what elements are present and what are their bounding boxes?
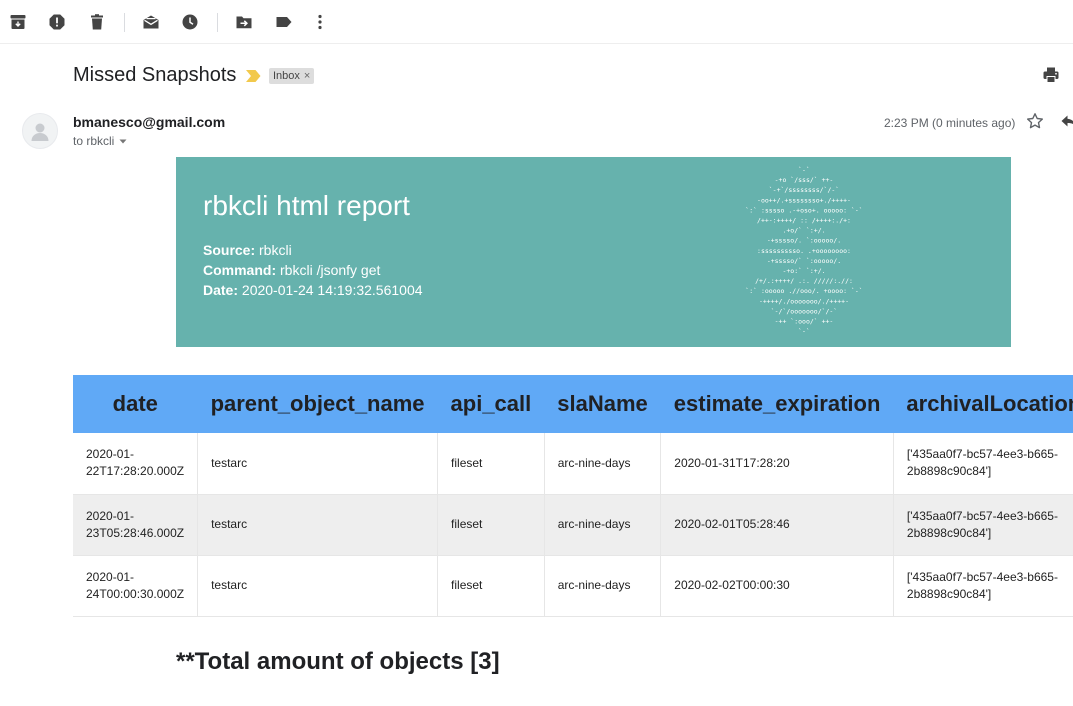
cell-sla-name: arc-nine-days xyxy=(544,555,662,617)
snooze-button[interactable] xyxy=(180,12,200,32)
command-value: rbkcli /jsonfy get xyxy=(280,262,381,278)
sender-avatar xyxy=(22,113,58,149)
source-value: rbkcli xyxy=(259,242,292,258)
report-header-banner: rbkcli html report Source: rbkcli Comman… xyxy=(176,157,1011,347)
inbox-label-text: Inbox xyxy=(273,70,300,82)
date-line: Date: 2020-01-24 14:19:32.561004 xyxy=(203,282,423,298)
ascii-art-line: /++-:++++/ :: /++++:./+: xyxy=(757,217,851,225)
toolbar-divider xyxy=(217,13,218,32)
email-subject: Missed Snapshots xyxy=(73,64,237,86)
cell-parent-object-name: testarc xyxy=(197,494,439,556)
ascii-art-line: .+o/` `:+/. xyxy=(782,227,825,235)
recipient-details-toggle[interactable]: to rbkcli xyxy=(73,134,128,148)
print-icon xyxy=(1043,67,1059,83)
rubrik-ascii-logo: `-` -+o `/sss/` ++- `-+`/ssssssss/`/-` -oo+… xyxy=(745,166,862,336)
more-icon xyxy=(318,14,322,30)
label-icon xyxy=(276,17,292,27)
column-header-sla-name: slaName xyxy=(544,375,661,433)
star-button[interactable] xyxy=(1026,112,1046,132)
cell-parent-object-name: testarc xyxy=(197,433,439,495)
table-row: 2020-01-24T00:00:30.000Z testarc fileset… xyxy=(73,555,1073,617)
reply-button[interactable] xyxy=(1060,112,1073,132)
chevron-down-icon xyxy=(119,139,127,144)
date-label: Date: xyxy=(203,282,239,298)
inbox-label-chip[interactable]: Inbox × xyxy=(269,68,315,84)
cell-parent-object-name: testarc xyxy=(197,555,439,617)
move-to-icon xyxy=(236,16,252,29)
source-label: Source: xyxy=(203,242,256,258)
importance-marker-icon[interactable] xyxy=(246,70,261,82)
report-spam-icon xyxy=(49,14,65,30)
toolbar-divider xyxy=(124,13,125,32)
snooze-icon xyxy=(182,14,198,30)
ascii-art-line: -+o `/sss/` ++- xyxy=(775,176,834,184)
table-row: 2020-01-23T05:28:46.000Z testarc fileset… xyxy=(73,494,1073,556)
source-line: Source: rbkcli xyxy=(203,242,292,258)
ascii-art-line: -+sssso/. `:ooooo/. xyxy=(767,237,841,245)
label-button[interactable] xyxy=(274,12,294,32)
remove-label-button[interactable]: × xyxy=(304,70,310,82)
ascii-art-line: `:` :ooooo .//ooo/. +oooo: `-` xyxy=(745,287,862,295)
column-header-parent-object-name: parent_object_name xyxy=(197,375,438,433)
cell-date: 2020-01-24T00:00:30.000Z xyxy=(73,555,199,617)
ascii-art-line: `-` xyxy=(798,166,810,174)
cell-date: 2020-01-23T05:28:46.000Z xyxy=(73,494,199,556)
ascii-art-line: `-/`/ooooooo/`/-` xyxy=(771,307,838,315)
report-title: rbkcli html report xyxy=(203,190,410,221)
column-header-api-call: api_call xyxy=(437,375,545,433)
delete-icon xyxy=(91,14,103,30)
cell-api-call: fileset xyxy=(437,555,545,617)
ascii-art-line: -+sssso/` `:ooooo/. xyxy=(767,257,841,265)
cell-archival-location: ['435aa0f7-bc57-4ee3-b665-2b8898c90c84'] xyxy=(893,494,1073,556)
ascii-art-line: `-+`/ssssssss/`/-` xyxy=(769,186,839,194)
mark-unread-icon xyxy=(143,15,159,29)
ascii-art-line: `:` :sssso .-+oso+. ooooo: `-` xyxy=(745,206,862,214)
ascii-art-line: -oo++/.+ssssssso+./++++- xyxy=(757,196,851,204)
command-label: Command: xyxy=(203,262,277,278)
cell-archival-location: ['435aa0f7-bc57-4ee3-b665-2b8898c90c84'] xyxy=(893,555,1073,617)
report-spam-button[interactable] xyxy=(47,12,67,32)
table-row: 2020-01-22T17:28:20.000Z testarc fileset… xyxy=(73,433,1073,495)
archive-button[interactable] xyxy=(8,12,28,32)
cell-api-call: fileset xyxy=(437,494,545,556)
ascii-art-line: /+/.:++++/ .:. /////:.//: xyxy=(755,277,853,285)
ascii-art-line: -++++/./ooooooo/./++++- xyxy=(759,297,849,305)
column-header-archival-location: archivalLocation xyxy=(893,375,1073,433)
column-header-estimate-expiration: estimate_expiration xyxy=(660,375,894,433)
mark-unread-button[interactable] xyxy=(141,12,161,32)
reply-icon xyxy=(1061,115,1073,127)
star-icon xyxy=(1027,113,1043,129)
more-button[interactable] xyxy=(310,12,330,32)
cell-estimate-expiration: 2020-02-01T05:28:46 xyxy=(660,494,894,556)
ascii-art-line: -+o:` `:+/. xyxy=(782,267,825,275)
print-button[interactable] xyxy=(1042,66,1062,86)
ascii-art-line: :ssssssssso. .+oooooooo: xyxy=(757,247,851,255)
cell-estimate-expiration: 2020-02-02T00:00:30 xyxy=(660,555,894,617)
cell-sla-name: arc-nine-days xyxy=(544,433,662,495)
cell-estimate-expiration: 2020-01-31T17:28:20 xyxy=(660,433,894,495)
date-value: 2020-01-24 14:19:32.561004 xyxy=(241,282,423,298)
sender-email: bmanesco@gmail.com xyxy=(73,114,226,130)
total-objects-summary: **Total amount of objects [3] xyxy=(176,648,500,675)
default-avatar-icon xyxy=(31,123,49,141)
delete-button[interactable] xyxy=(87,12,107,32)
ascii-art-line: `-` xyxy=(798,328,810,336)
column-header-date: date xyxy=(73,375,198,433)
move-to-button[interactable] xyxy=(234,12,254,32)
table-header-row: date parent_object_name api_call slaName… xyxy=(73,375,1073,433)
recipient-text: to rbkcli xyxy=(73,134,115,148)
cell-archival-location: ['435aa0f7-bc57-4ee3-b665-2b8898c90c84'] xyxy=(893,433,1073,495)
ascii-art-line: -++ `:ooo/` ++- xyxy=(775,318,834,326)
command-line: Command: rbkcli /jsonfy get xyxy=(203,262,380,278)
cell-date: 2020-01-22T17:28:20.000Z xyxy=(73,433,199,495)
email-timestamp: 2:23 PM (0 minutes ago) xyxy=(884,116,1016,130)
cell-api-call: fileset xyxy=(437,433,545,495)
snapshots-table: date parent_object_name api_call slaName… xyxy=(73,375,1073,617)
cell-sla-name: arc-nine-days xyxy=(544,494,662,556)
message-toolbar xyxy=(0,0,1073,44)
archive-icon xyxy=(10,15,26,29)
